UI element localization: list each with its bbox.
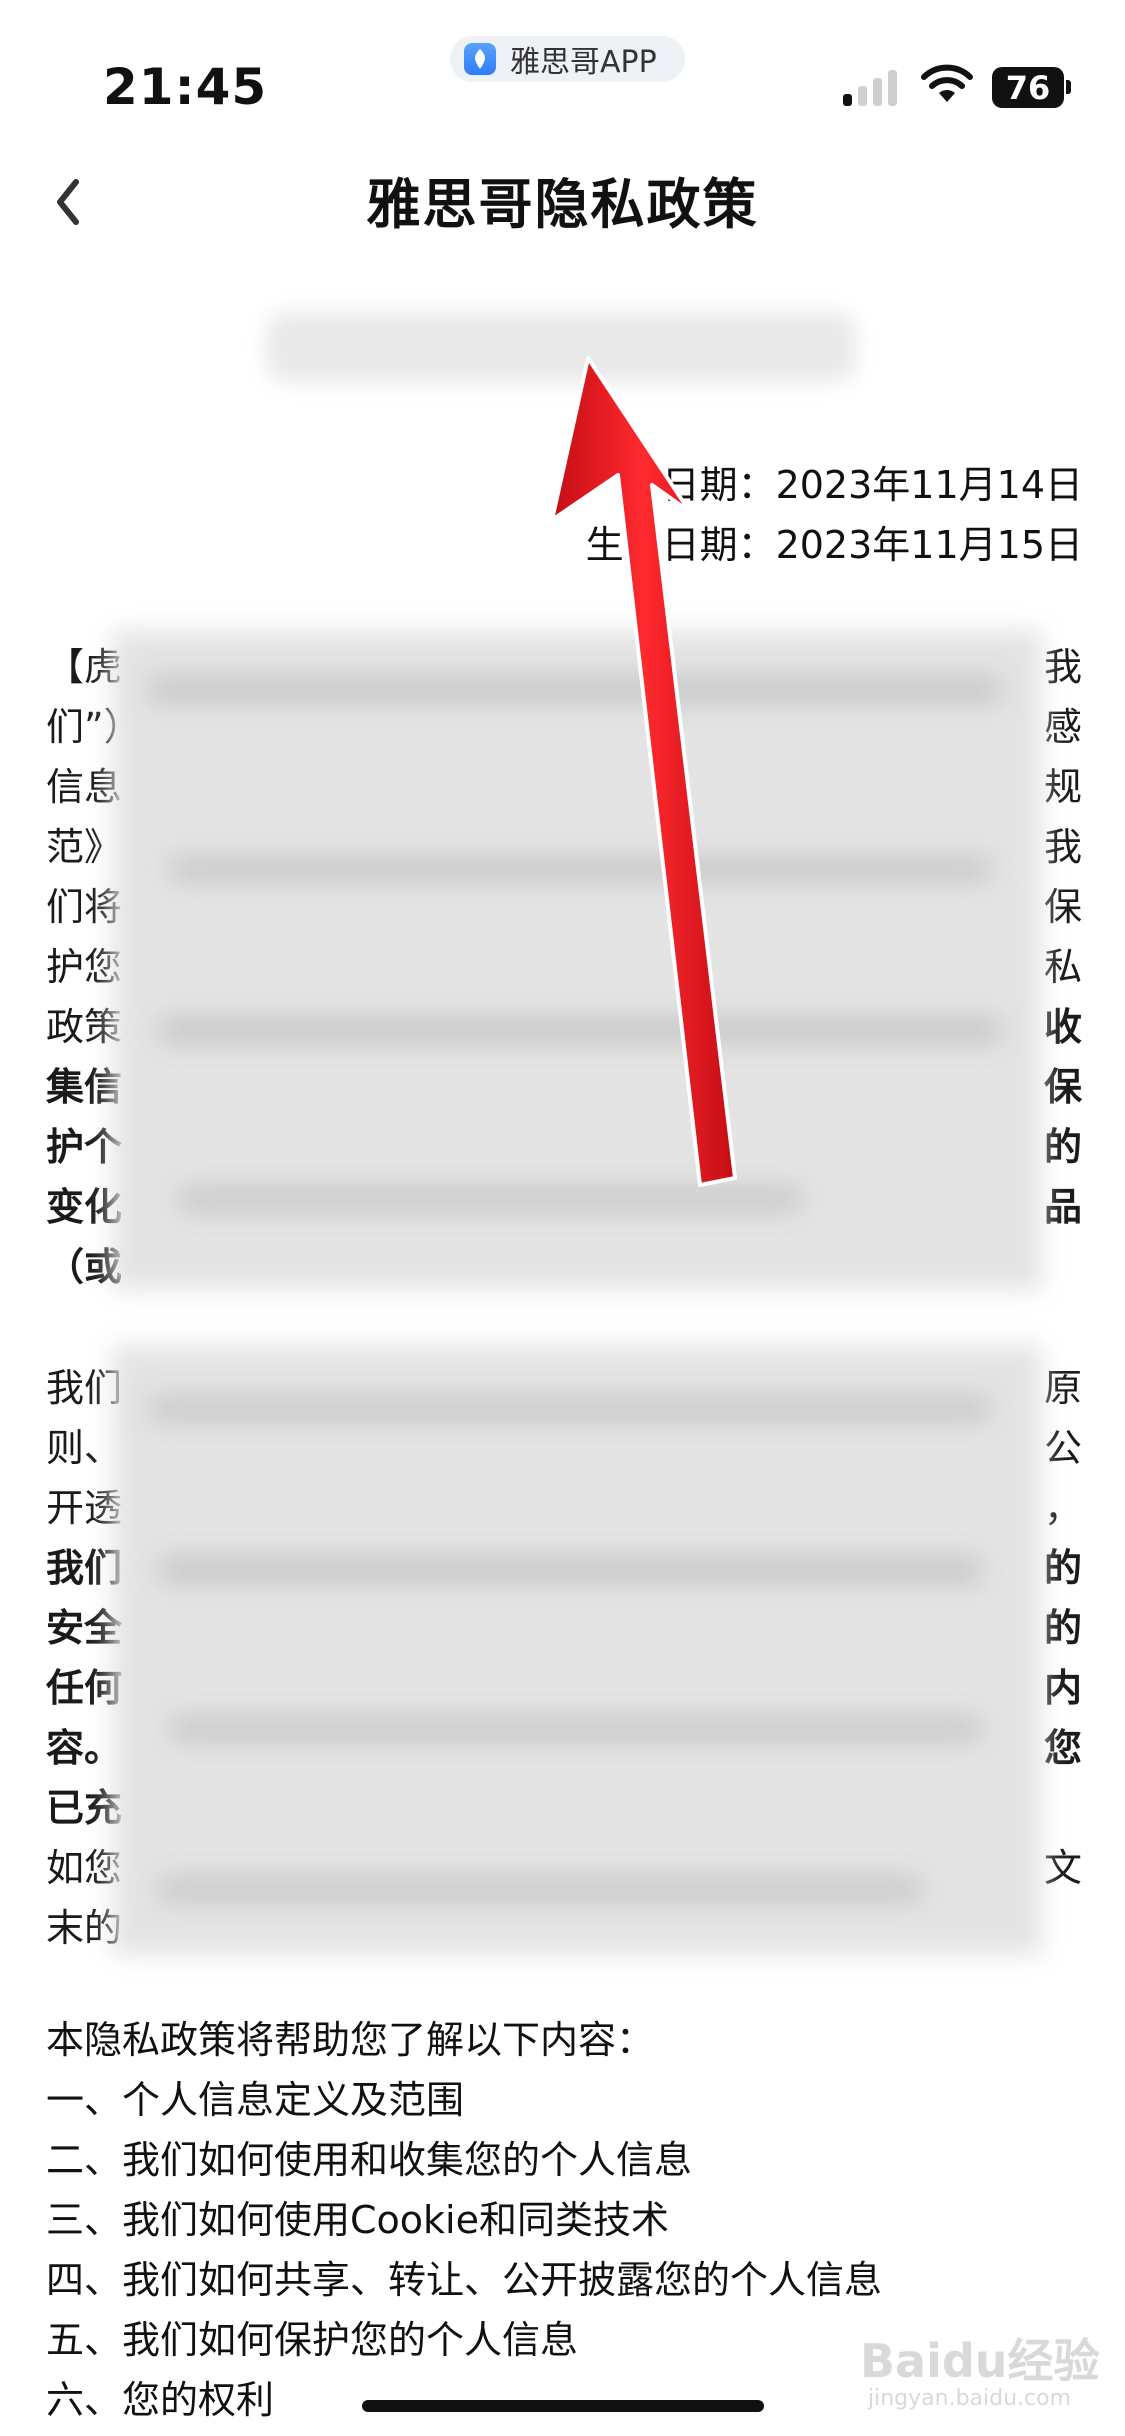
line-start: 如您 xyxy=(46,1846,123,1890)
return-to-app-pill[interactable]: 雅思哥APP xyxy=(450,36,685,82)
redacted-text-shade xyxy=(160,1020,1000,1040)
baidu-watermark-url: jingyan.baidu.com xyxy=(868,2386,1072,2411)
line-start: 变化 xyxy=(46,1185,123,1229)
line-start: 们将 xyxy=(46,885,123,929)
status-time: 21:45 xyxy=(103,58,268,116)
home-indicator[interactable] xyxy=(362,2400,764,2412)
line-start: 则、 xyxy=(46,1426,123,1470)
baidu-watermark: Baidu经验 xyxy=(860,2334,1100,2388)
line-end: 文 xyxy=(1043,1846,1082,1890)
app-logo-icon xyxy=(464,43,496,75)
update-date: 日期：2023年11月14日 xyxy=(661,463,1083,507)
redacted-text-shade xyxy=(150,1400,990,1418)
line-end: 我 xyxy=(1043,825,1082,869)
line-end: ， xyxy=(1043,1486,1082,1530)
line-end: 的 xyxy=(1043,1606,1082,1650)
line-end: 保 xyxy=(1043,885,1082,929)
line-start: 容。 xyxy=(46,1726,123,1770)
line-start: （或 xyxy=(46,1245,123,1289)
line-start: 安全 xyxy=(46,1606,123,1650)
line-start: 集信 xyxy=(46,1065,123,1109)
app-pill-label: 雅思哥APP xyxy=(510,45,657,80)
line-end: 原 xyxy=(1043,1366,1082,1410)
redacted-text-block xyxy=(112,1345,1042,1955)
document-title-redacted xyxy=(266,312,856,382)
line-end: 我 xyxy=(1043,645,1082,689)
policy-dates: 日期：2023年11月14日 生效日期：2023年11月15日 xyxy=(586,455,1083,575)
redacted-text-shade xyxy=(180,1190,800,1208)
line-end: 收 xyxy=(1043,1005,1082,1049)
toc-heading: 本隐私政策将帮助您了解以下内容： xyxy=(46,2018,655,2062)
line-start: 【虎 xyxy=(46,645,123,689)
cellular-signal-icon xyxy=(843,70,897,106)
line-end: 公 xyxy=(1043,1426,1082,1470)
line-end: 的 xyxy=(1043,1125,1082,1169)
battery-icon: 76 xyxy=(992,67,1064,108)
line-end: 您 xyxy=(1043,1726,1082,1770)
toc-item[interactable]: 二、我们如何使用和收集您的个人信息 xyxy=(46,2130,882,2190)
redacted-text-shade xyxy=(150,680,1000,700)
line-start: 政策 xyxy=(46,1005,123,1049)
line-start: 护个 xyxy=(46,1125,123,1169)
line-start: 我们 xyxy=(46,1546,123,1590)
page-title: 雅思哥隐私政策 xyxy=(366,173,759,236)
line-start: 范》 xyxy=(46,825,123,869)
wifi-icon xyxy=(921,64,973,102)
redacted-text-shade xyxy=(160,1880,920,1898)
toc-item[interactable]: 五、我们如何保护您的个人信息 xyxy=(46,2310,882,2370)
toc-item[interactable]: 三、我们如何使用Cookie和同类技术 xyxy=(46,2190,882,2250)
effective-date: 生效日期：2023年11月15日 xyxy=(585,523,1083,567)
line-start: 我们 xyxy=(46,1366,123,1410)
toc-item[interactable]: 四、我们如何共享、转让、公开披露您的个人信息 xyxy=(46,2250,882,2310)
line-start: 任何 xyxy=(46,1666,123,1710)
line-end: 的 xyxy=(1043,1546,1082,1590)
line-end: 感 xyxy=(1043,705,1082,749)
redacted-text-shade xyxy=(160,1560,980,1580)
line-start: 末的 xyxy=(46,1906,123,1950)
line-start: 已充 xyxy=(46,1786,123,1830)
line-end: 私 xyxy=(1043,945,1082,989)
line-start: 信息 xyxy=(46,765,123,809)
redacted-text-shade xyxy=(170,1720,980,1738)
line-end: 内 xyxy=(1043,1666,1082,1710)
toc-section: 本隐私政策将帮助您了解以下内容： 一、个人信息定义及范围 二、我们如何使用和收集… xyxy=(46,2010,882,2430)
battery-level: 76 xyxy=(1005,68,1051,107)
redacted-text-shade xyxy=(170,860,990,878)
line-start: 护您 xyxy=(46,945,123,989)
line-end: 保 xyxy=(1043,1065,1082,1109)
line-start: 开透 xyxy=(46,1486,123,1530)
battery-tip xyxy=(1066,80,1071,94)
status-bar: 21:45 雅思哥APP 76 xyxy=(0,0,1125,140)
line-end: 品 xyxy=(1043,1185,1082,1229)
line-end: 规 xyxy=(1043,765,1082,809)
toc-item[interactable]: 一、个人信息定义及范围 xyxy=(46,2070,882,2130)
